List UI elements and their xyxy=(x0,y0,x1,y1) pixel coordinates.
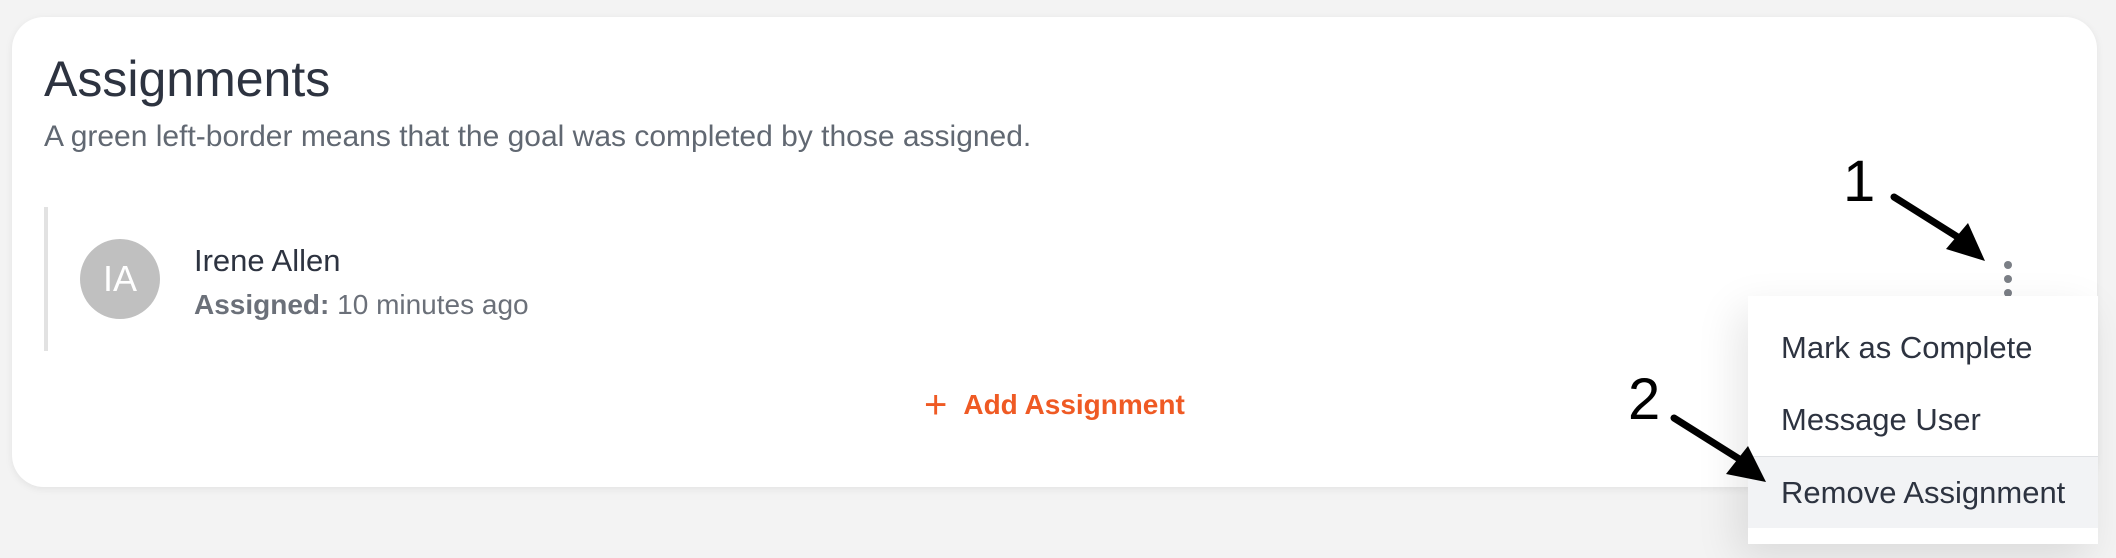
plus-icon: + xyxy=(924,383,948,427)
assigned-label: Assigned: xyxy=(194,289,330,320)
add-assignment-label: Add Assignment xyxy=(963,389,1185,420)
page-title: Assignments xyxy=(44,51,331,107)
assigned-time: 10 minutes ago xyxy=(337,289,529,320)
menu-item-message-user[interactable]: Message User xyxy=(1748,384,2098,456)
add-assignment-button[interactable]: + Add Assignment xyxy=(924,383,1185,427)
kebab-dot-icon xyxy=(2004,261,2012,269)
assigned-info: Assigned: 10 minutes ago xyxy=(194,289,529,321)
menu-item-mark-complete[interactable]: Mark as Complete xyxy=(1748,312,2098,384)
page-subtitle: A green left-border means that the goal … xyxy=(44,120,1032,153)
annotation-step-2: 2 xyxy=(1628,367,1661,432)
annotation-arrow-2 xyxy=(1670,414,1766,482)
assignee-name: Irene Allen xyxy=(194,243,341,278)
annotation-arrow-1 xyxy=(1890,193,1985,261)
assignment-row: IA Irene Allen Assigned: 10 minutes ago xyxy=(44,207,1748,351)
avatar: IA xyxy=(80,239,160,319)
kebab-dot-icon xyxy=(2004,275,2012,283)
annotation-step-1: 1 xyxy=(1843,149,1876,214)
menu-item-remove-assignment[interactable]: Remove Assignment xyxy=(1748,456,2098,528)
options-menu: Mark as Complete Message User Remove Ass… xyxy=(1748,296,2098,544)
